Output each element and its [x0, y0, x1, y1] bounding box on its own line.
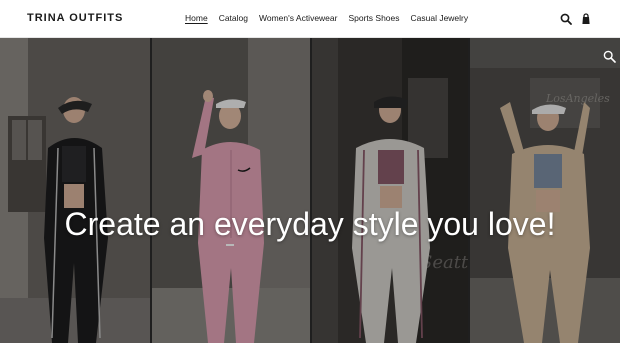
site-header: TRINA OUTFITS Home Catalog Women's Activ…	[0, 0, 620, 38]
header-icons	[560, 12, 592, 30]
hero-headline: Create an everyday style you love!	[64, 206, 556, 242]
nav-womens-activewear[interactable]: Women's Activewear	[259, 13, 337, 23]
cart-icon[interactable]	[580, 12, 592, 30]
site-logo[interactable]: TRINA OUTFITS	[27, 12, 123, 24]
nav-sports-shoes[interactable]: Sports Shoes	[348, 13, 399, 23]
hero-overlay	[0, 38, 620, 343]
search-icon[interactable]	[560, 12, 572, 30]
nav-catalog[interactable]: Catalog	[219, 13, 248, 23]
main-nav: Home Catalog Women's Activewear Sports S…	[185, 13, 468, 23]
zoom-icon[interactable]	[603, 50, 616, 68]
hero-banner[interactable]: Seatt LosAngeles Create an everyday styl…	[0, 38, 620, 343]
nav-casual-jewelry[interactable]: Casual Jewelry	[411, 13, 469, 23]
nav-home[interactable]: Home	[185, 13, 208, 23]
